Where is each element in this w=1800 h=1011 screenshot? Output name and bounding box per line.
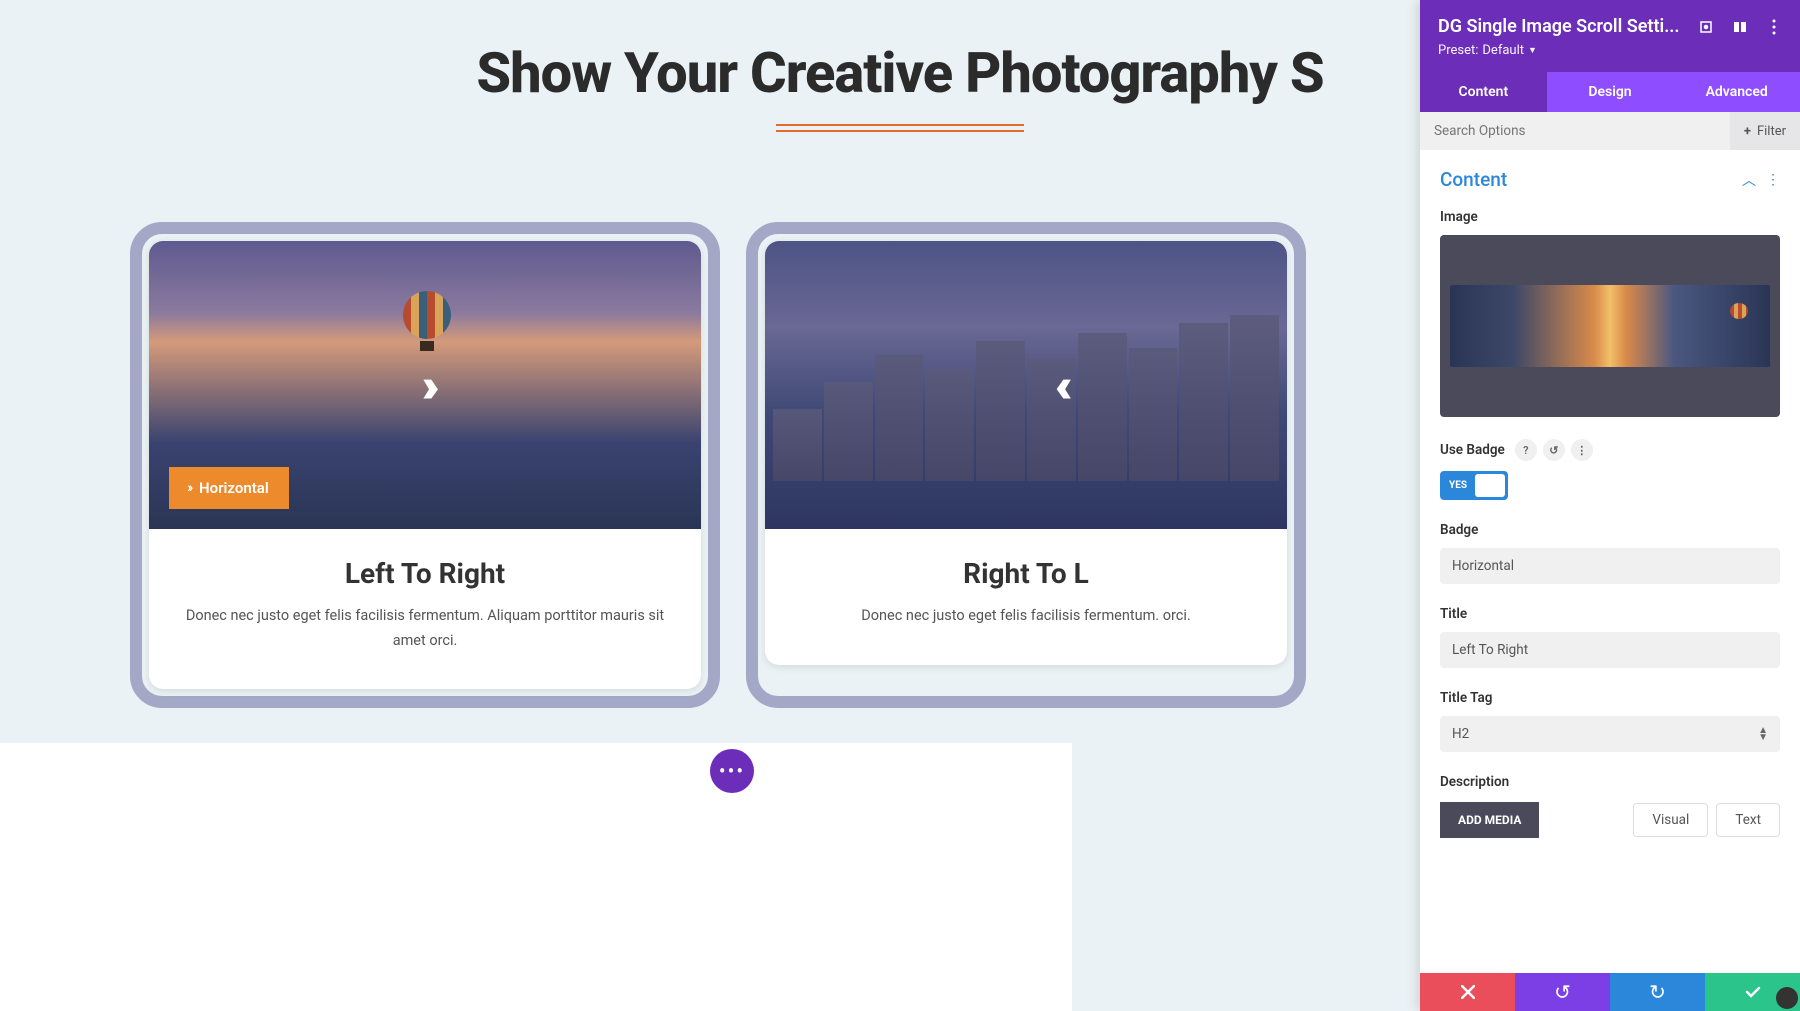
card-image: ‹‹ — [765, 241, 1287, 529]
filter-label: Filter — [1757, 124, 1786, 139]
badge-label: Badge — [1440, 522, 1780, 538]
toggle-yes-label: YES — [1449, 480, 1467, 491]
card-desc: Donec nec justo eget felis facilisis fer… — [789, 604, 1263, 629]
columns-icon[interactable] — [1732, 19, 1748, 35]
badge-horizontal: ›› Horizontal — [169, 467, 289, 509]
field-badge: Badge — [1440, 522, 1780, 584]
preset-label: Preset: — [1438, 43, 1478, 58]
section-header[interactable]: Content ︿ ⋮ — [1440, 168, 1780, 191]
select-arrows-icon: ▲▼ — [1758, 727, 1768, 741]
use-badge-toggle[interactable]: YES — [1440, 471, 1508, 500]
more-vertical-icon[interactable]: ⋮ — [1766, 172, 1780, 188]
title-label: Title — [1440, 606, 1780, 622]
image-label: Image — [1440, 209, 1780, 225]
filter-button[interactable]: + Filter — [1730, 112, 1800, 150]
card-image: ›› ›› Horizontal — [149, 241, 701, 529]
title-input[interactable] — [1440, 632, 1780, 668]
cancel-button[interactable] — [1420, 973, 1515, 1011]
bottom-strip — [0, 743, 1072, 1011]
preset-value: Default — [1482, 43, 1524, 58]
badge-label: Horizontal — [199, 479, 269, 497]
image-preview[interactable] — [1440, 235, 1780, 417]
panel-body: Content ︿ ⋮ Image Use Badge ? — [1420, 150, 1800, 973]
visual-tab[interactable]: Visual — [1633, 803, 1708, 837]
chevron-down-icon: ▼ — [1528, 45, 1537, 56]
close-icon — [1461, 985, 1475, 999]
reset-icon[interactable]: ↺ — [1543, 439, 1565, 461]
plus-icon: + — [1744, 124, 1751, 139]
chevron-up-icon[interactable]: ︿ — [1742, 170, 1756, 190]
redo-icon: ↻ — [1649, 980, 1666, 1004]
cityscape-graphic — [765, 301, 1287, 481]
card-right-to-left[interactable]: ‹‹ Right To L Donec nec justo eget felis… — [746, 222, 1306, 708]
text-tab[interactable]: Text — [1716, 803, 1780, 837]
field-title: Title — [1440, 606, 1780, 668]
more-vertical-icon[interactable] — [1766, 19, 1782, 35]
panel-header: DG Single Image Scroll Setti... Preset: … — [1420, 0, 1800, 72]
undo-icon: ↺ — [1554, 980, 1571, 1004]
field-image: Image — [1440, 209, 1780, 417]
badge-input[interactable] — [1440, 548, 1780, 584]
title-tag-label: Title Tag — [1440, 690, 1780, 706]
tab-advanced[interactable]: Advanced — [1673, 72, 1800, 112]
settings-panel: DG Single Image Scroll Setti... Preset: … — [1420, 0, 1800, 1011]
card-title: Left To Right — [173, 557, 677, 590]
section-title: Content — [1440, 168, 1507, 191]
card-desc: Donec nec justo eget felis facilisis fer… — [173, 604, 677, 653]
field-title-tag: Title Tag ▲▼ — [1440, 690, 1780, 752]
toggle-knob — [1475, 474, 1505, 497]
title-tag-select[interactable] — [1440, 716, 1780, 752]
settings-tabs: Content Design Advanced — [1420, 72, 1800, 112]
description-label: Description — [1440, 774, 1780, 790]
check-icon — [1745, 986, 1761, 998]
corner-handle[interactable] — [1776, 987, 1798, 1009]
expand-icon[interactable] — [1698, 19, 1714, 35]
search-input[interactable] — [1420, 112, 1730, 150]
tab-design[interactable]: Design — [1547, 72, 1674, 112]
panel-title: DG Single Image Scroll Setti... — [1438, 16, 1698, 37]
tab-content[interactable]: Content — [1420, 72, 1547, 112]
help-icon[interactable]: ? — [1515, 439, 1537, 461]
search-row: + Filter — [1420, 112, 1800, 150]
card-left-to-right[interactable]: ›› ›› Horizontal Left To Right Donec nec… — [130, 222, 720, 708]
preset-dropdown[interactable]: Preset: Default ▼ — [1438, 43, 1782, 58]
add-media-button[interactable]: ADD MEDIA — [1440, 802, 1539, 838]
field-use-badge: Use Badge ? ↺ ⋮ YES — [1440, 439, 1780, 500]
use-badge-label: Use Badge — [1440, 442, 1505, 458]
undo-button[interactable]: ↺ — [1515, 973, 1610, 1011]
redo-button[interactable]: ↻ — [1610, 973, 1705, 1011]
balloon-graphic — [403, 291, 451, 351]
panel-footer: ↺ ↻ — [1420, 973, 1800, 1011]
fab-more-button[interactable]: ••• — [710, 749, 754, 793]
more-vertical-icon[interactable]: ⋮ — [1571, 439, 1593, 461]
card-title: Right To L — [789, 557, 1263, 590]
field-description: Description ADD MEDIA Visual Text — [1440, 774, 1780, 838]
